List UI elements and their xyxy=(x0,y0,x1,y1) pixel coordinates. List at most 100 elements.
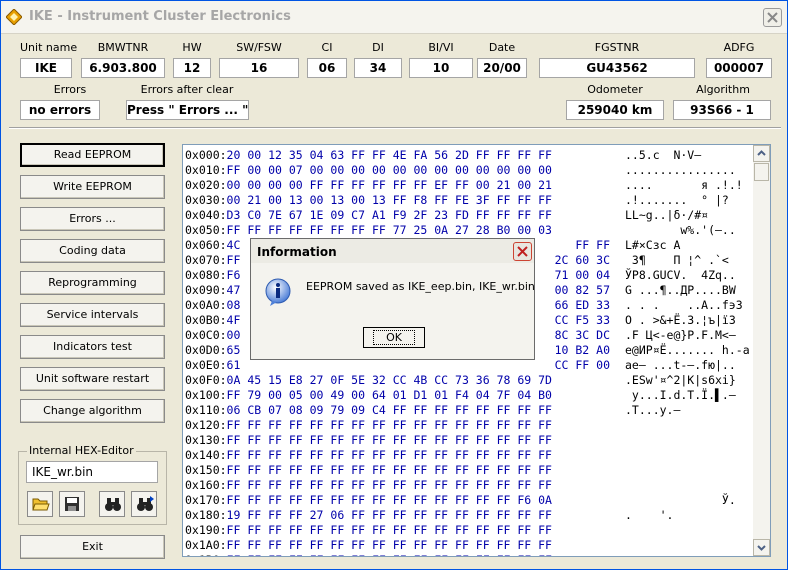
hex-address: 0x130: xyxy=(185,433,227,447)
field-value: 10 xyxy=(409,58,473,78)
hex-bytes: FF FF xyxy=(575,238,610,252)
hex-bytes: FF FF FF FF FF FF FF FF FF FF FF FF FF F… xyxy=(227,553,552,556)
hex-ascii: e@ИР¤Ё....... h.-a xyxy=(625,343,750,357)
hex-bytes: FF FF FF FF FF FF FF FF FF FF FF FF FF F… xyxy=(226,493,552,507)
hex-bytes: FF FF FF FF FF FF FF FF FF FF FF FF FF F… xyxy=(226,523,552,537)
button-errors[interactable]: Errors ... xyxy=(20,207,165,231)
hex-row: 0x040:D3 C0 7E 67 1E 09 C7 A1 F9 2F 23 F… xyxy=(185,208,708,223)
hex-ascii: .ESw'¤^2|K|s6xi} xyxy=(625,373,736,387)
hex-row: 0x120:FF FF FF FF FF FF FF FF FF FF FF F… xyxy=(185,418,552,433)
button-indicators-test[interactable]: Indicators test xyxy=(20,335,165,359)
hex-bytes-partial: CC F5 33 xyxy=(555,313,610,328)
field-value: 93S66 - 1 xyxy=(673,100,771,120)
hex-address: 0x110: xyxy=(185,403,227,417)
hex-ascii: .... я .!.! xyxy=(625,178,743,192)
ok-button[interactable]: OK xyxy=(363,327,425,348)
chevron-up-icon xyxy=(757,150,766,156)
find-next-button[interactable] xyxy=(131,491,157,517)
information-icon xyxy=(265,278,291,306)
field-label: FGSTNR xyxy=(594,41,640,54)
hex-bytes: CC FF 00 xyxy=(554,358,610,372)
hex-ascii: ae– ...t-–.fю|.. xyxy=(625,358,736,372)
field-label: HW xyxy=(182,41,202,54)
hex-address: 0x160: xyxy=(185,478,227,492)
hex-bytes-partial: 2C 60 3C xyxy=(555,253,610,268)
hex-ascii: w%.'(–.. xyxy=(625,223,736,237)
open-folder-icon xyxy=(32,498,50,511)
hex-bytes: CC F5 33 xyxy=(554,313,610,327)
field-value: 259040 km xyxy=(566,100,664,120)
field-value: 000007 xyxy=(706,58,772,78)
save-file-button[interactable] xyxy=(59,491,85,517)
main-window: IKE - Instrument Cluster Electronics Uni… xyxy=(0,0,788,570)
hex-address: 0x080: xyxy=(185,268,227,282)
hex-bytes: 00 00 00 00 FF FF FF FF FF FF EF FF 00 2… xyxy=(226,178,552,192)
hex-bytes: FF FF FF FF FF FF FF FF FF FF FF FF FF F… xyxy=(226,538,552,552)
hex-bytes: FF FF FF FF FF FF FF FF FF FF FF FF FF F… xyxy=(226,448,552,462)
open-file-button[interactable] xyxy=(27,491,53,517)
hex-bytes: FF 00 00 07 00 00 00 00 00 00 00 00 00 0… xyxy=(226,163,552,177)
hex-bytes: 10 B2 A0 xyxy=(554,343,610,357)
window-close-button[interactable] xyxy=(763,8,782,27)
hex-ascii: ................ xyxy=(625,163,736,177)
field-label: Date xyxy=(488,41,516,54)
hex-bytes-partial: 00 82 57 xyxy=(555,283,610,298)
dialog-message: EEPROM saved as IKE_eep.bin, IKE_wr.bin xyxy=(306,280,535,293)
field-value: 6.903.800 xyxy=(81,58,165,78)
hex-address: 0x0C0: xyxy=(185,328,227,342)
field-value: 20/00 xyxy=(477,58,527,78)
hex-row: 0x000:20 00 12 35 04 63 FF FF 4E FA 56 2… xyxy=(185,148,701,163)
hex-row: 0x030:00 21 00 13 00 13 00 13 FF F8 FF F… xyxy=(185,193,729,208)
hex-bytes: 20 00 12 35 04 63 FF FF 4E FA 56 2D FF F… xyxy=(226,148,552,162)
hex-ascii: .F Ц<-e@}P.F.M<– xyxy=(625,328,736,342)
find-button[interactable] xyxy=(99,491,125,517)
button-coding-data[interactable]: Coding data xyxy=(20,239,165,263)
hex-vertical-scrollbar[interactable] xyxy=(753,145,770,556)
hex-row: 0x090:47 G ...¶..ДР....BW xyxy=(185,283,736,298)
hex-bytes-partial: FF FF xyxy=(575,238,610,253)
hex-editor-group-label: Internal HEX-Editor xyxy=(27,444,136,457)
hex-row: 0x180:19 FF FF FF 27 06 FF FF FF FF FF F… xyxy=(185,508,673,523)
hex-bytes: FF 79 00 05 00 49 00 64 01 D1 01 F4 04 7… xyxy=(226,388,552,402)
field-label: DI xyxy=(372,41,384,54)
hex-row: 0x0A0:08 . . . ..A..f϶3 xyxy=(185,298,743,313)
app-diamond-icon xyxy=(6,9,22,25)
hex-ascii: .!....... ° |? xyxy=(625,193,729,207)
hex-bytes: 00 xyxy=(226,328,241,342)
field-label: Errors xyxy=(53,83,87,96)
field-value: 06 xyxy=(307,58,347,78)
field-label: SW/FSW xyxy=(236,41,282,54)
hex-bytes: 71 00 04 xyxy=(554,268,610,282)
button-service-intervals[interactable]: Service intervals xyxy=(20,303,165,327)
button-unit-software-restart[interactable]: Unit software restart xyxy=(20,367,165,391)
hex-ascii: ЎP8.GUCV. 4Zq.. xyxy=(625,268,736,282)
button-read-eeprom[interactable]: Read EEPROM xyxy=(20,143,165,167)
scroll-down-button[interactable] xyxy=(753,539,770,556)
hex-row: 0x080:F6 ЎP8.GUCV. 4Zq.. xyxy=(185,268,736,283)
hex-address: 0x0F0: xyxy=(185,373,227,387)
hex-ascii: .T...y.– xyxy=(625,403,681,417)
hex-bytes: FF xyxy=(226,253,241,267)
hex-address: 0x190: xyxy=(185,523,227,537)
dialog-title-bar: Information xyxy=(251,239,534,263)
button-reprogramming[interactable]: Reprogramming xyxy=(20,271,165,295)
hex-bytes-partial: 66 ED 33 xyxy=(555,298,610,313)
scroll-up-button[interactable] xyxy=(753,145,770,162)
hex-ascii: G ...¶..ДР....BW xyxy=(625,283,736,297)
dialog-close-button[interactable] xyxy=(513,242,532,261)
hex-bytes: F6 xyxy=(226,268,241,282)
hex-ascii: O . >&+Ё.3.¦ъ|ї3 xyxy=(625,313,736,327)
scroll-thumb[interactable] xyxy=(754,163,769,181)
hex-bytes: FF FF FF FF FF FF FF FF 77 25 0A 27 28 B… xyxy=(226,223,552,237)
exit-button[interactable]: Exit xyxy=(20,535,165,559)
hex-address: 0x060: xyxy=(185,238,227,252)
hex-filename-field[interactable]: IKE_wr.bin xyxy=(26,461,158,483)
hex-bytes: FF FF FF FF FF FF FF FF FF FF FF FF FF F… xyxy=(226,463,552,477)
hex-address: 0x0D0: xyxy=(185,343,227,357)
button-write-eeprom[interactable]: Write EEPROM xyxy=(20,175,165,199)
button-change-algorithm[interactable]: Change algorithm xyxy=(20,399,165,423)
hex-bytes: 2C 60 3C xyxy=(554,253,610,267)
ok-button-label: OK xyxy=(373,330,415,345)
hex-row: 0x150:FF FF FF FF FF FF FF FF FF FF FF F… xyxy=(185,463,552,478)
field-value: 12 xyxy=(173,58,211,78)
